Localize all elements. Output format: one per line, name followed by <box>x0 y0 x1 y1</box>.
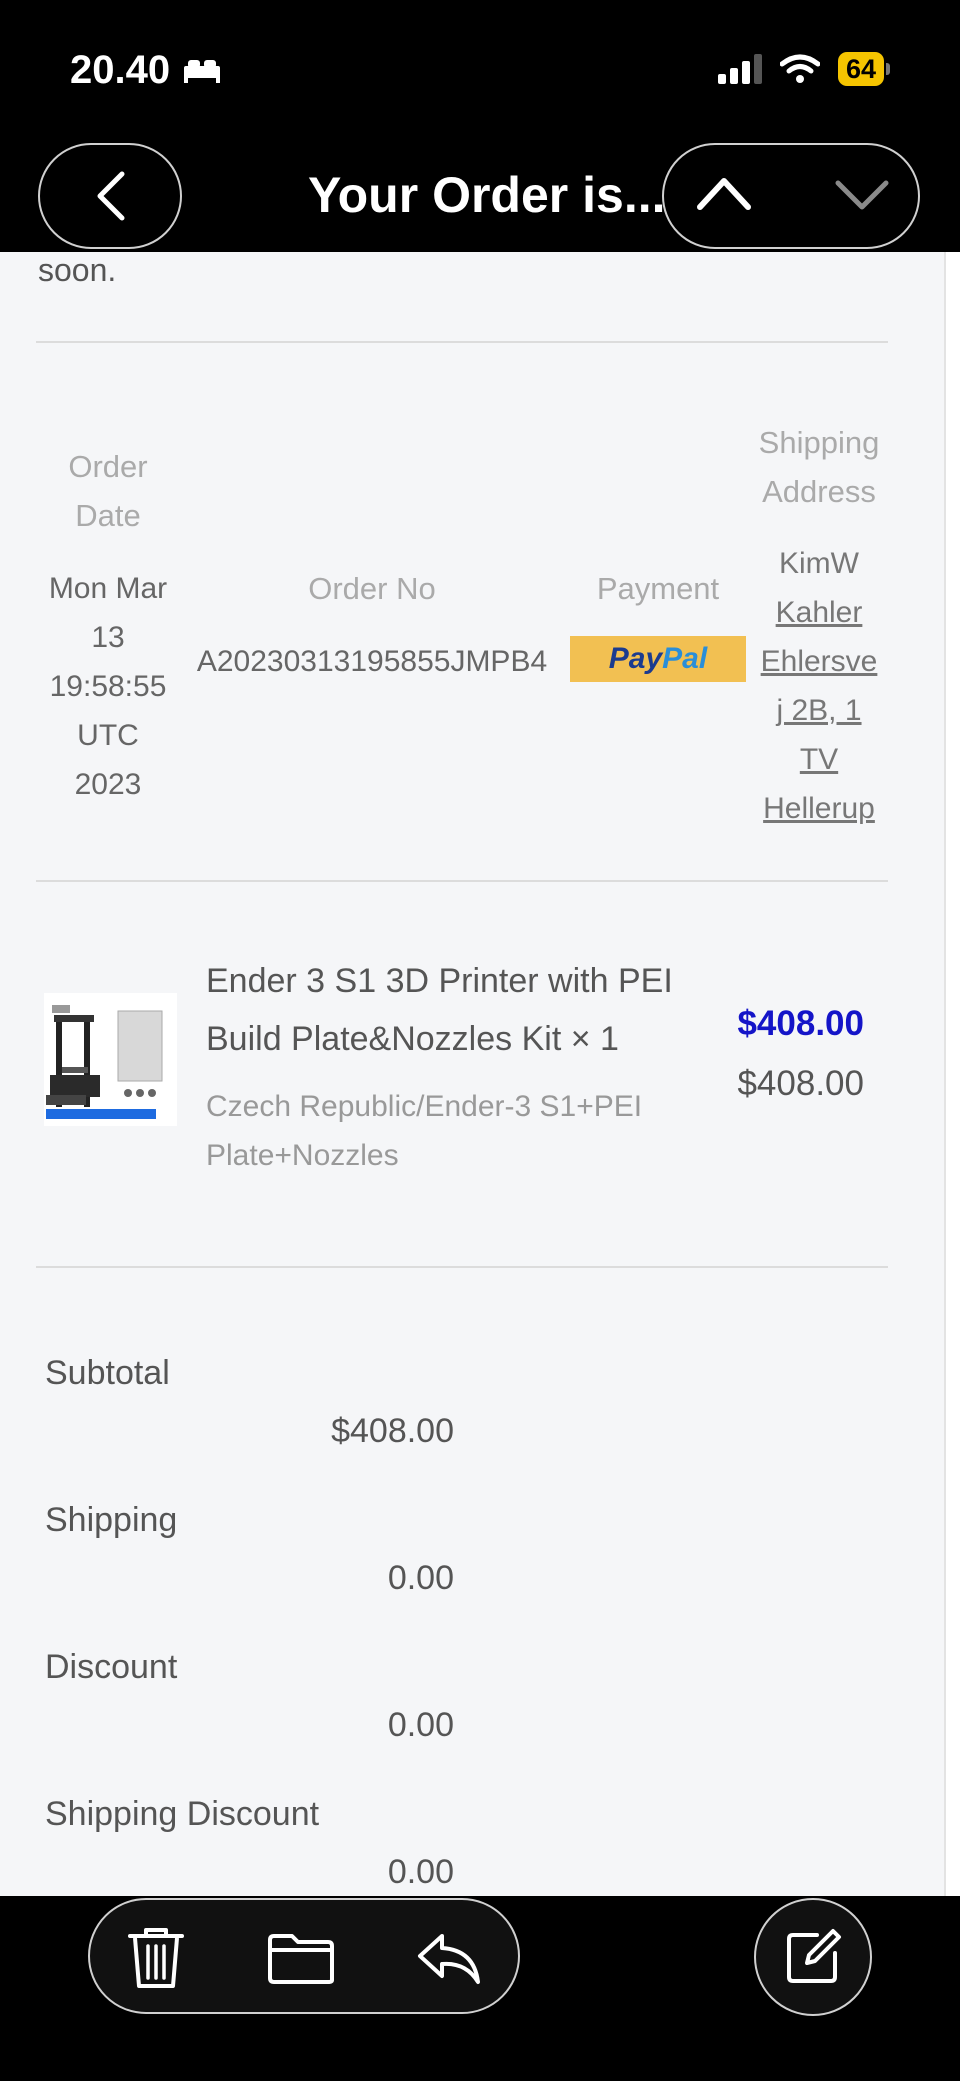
product-variant-line: Czech Republic/Ender-3 S1+PEI <box>206 1090 643 1123</box>
order-date-line: Mon Mar <box>48 572 168 605</box>
product-price: $408.00 <box>737 1004 864 1043</box>
status-indicators: 64 <box>717 52 890 86</box>
wifi-icon <box>779 54 820 83</box>
printer-image-icon <box>44 993 177 1126</box>
battery-level: 64 <box>837 52 884 86</box>
nav-bar: Your Order is... <box>0 140 960 252</box>
product-original-price: $408.00 <box>737 1064 864 1103</box>
trash-icon[interactable] <box>126 1924 186 1990</box>
product-title-line: Ender 3 S1 3D Printer with PEI <box>206 962 673 1000</box>
subtotal-label: Subtotal <box>45 1354 170 1392</box>
shipping-label-line: Address <box>762 474 876 509</box>
order-no-value: A20230313195855JMPB4 <box>196 645 548 678</box>
paypal-logo-pal: Pal <box>662 642 708 675</box>
chevron-down-icon[interactable] <box>834 175 890 215</box>
nav-title: Your Order is... <box>308 167 666 223</box>
order-date-line: 19:58:55 <box>49 670 167 703</box>
battery-tip <box>886 63 890 75</box>
shipping-discount-value: 0.00 <box>387 1853 454 1891</box>
email-content: soon. Order Date Mon Mar 13 19:58:55 UTC… <box>0 252 944 1896</box>
divider <box>36 880 888 882</box>
product-variant: Czech Republic/Ender-3 S1+PEI Plate+Nozz… <box>206 1082 726 1180</box>
divider <box>36 1266 888 1268</box>
discount-label: Discount <box>45 1648 178 1686</box>
order-date-line: 2023 <box>74 768 142 801</box>
compose-button[interactable] <box>754 1898 872 2016</box>
battery-indicator: 64 <box>837 52 890 86</box>
subtotal-value: $408.00 <box>331 1412 454 1450</box>
address-link-line[interactable]: Hellerup <box>744 784 894 833</box>
order-date-label: Order Date <box>48 442 168 540</box>
scroll-track[interactable] <box>944 252 960 1896</box>
bottom-toolbar <box>0 1896 960 2081</box>
intro-text-tail: soon. <box>38 252 117 288</box>
message-navigation <box>662 143 920 249</box>
address-link-line[interactable]: j 2B, 1 <box>744 686 894 735</box>
status-time: 20.40 <box>70 48 222 93</box>
discount-value: 0.00 <box>387 1706 454 1744</box>
action-group <box>88 1898 520 2014</box>
address-link-line[interactable]: TV <box>744 735 894 784</box>
reply-icon[interactable] <box>416 1930 482 1986</box>
order-date-value: Mon Mar 13 19:58:55 UTC 2023 <box>38 564 178 809</box>
bed-icon <box>184 59 221 83</box>
product-title-line: Build Plate&Nozzles Kit × 1 <box>206 1020 619 1058</box>
shipping-value: 0.00 <box>387 1559 454 1597</box>
paypal-logo-pay: Pay <box>608 642 663 675</box>
time-text: 20.40 <box>70 48 171 92</box>
shipping-address-label: Shipping Address <box>744 418 894 516</box>
signal-icon <box>717 54 762 84</box>
shipping-label: Shipping <box>45 1501 178 1539</box>
shipping-address-value: KimW Kahler Ehlersve j 2B, 1 TV Hellerup <box>744 539 894 833</box>
shipping-label-line: Shipping <box>758 425 880 460</box>
compose-icon <box>787 1929 841 1983</box>
folder-icon[interactable] <box>266 1932 336 1986</box>
order-date-label-line: Date <box>75 498 141 533</box>
order-date-line: 13 <box>91 621 125 654</box>
paypal-logo: Pay Pal <box>570 636 746 682</box>
divider <box>36 341 888 343</box>
payment-label: Payment <box>596 571 720 606</box>
address-line: KimW <box>779 547 859 580</box>
order-date-label-line: Order <box>68 449 148 484</box>
product-variant-line: Plate+Nozzles <box>206 1139 399 1172</box>
back-button[interactable] <box>38 143 182 249</box>
order-date-line: UTC <box>77 719 139 752</box>
status-bar: 20.40 64 <box>0 0 960 140</box>
address-link-line[interactable]: Kahler <box>744 588 894 637</box>
product-title[interactable]: Ender 3 S1 3D Printer with PEI Build Pla… <box>206 952 726 1068</box>
shipping-discount-label: Shipping Discount <box>45 1795 320 1833</box>
back-chevron-icon <box>97 171 125 221</box>
address-link-line[interactable]: Ehlersve <box>744 637 894 686</box>
product-image[interactable] <box>44 993 177 1126</box>
order-no-label: Order No <box>308 571 436 606</box>
chevron-up-icon[interactable] <box>696 173 752 213</box>
